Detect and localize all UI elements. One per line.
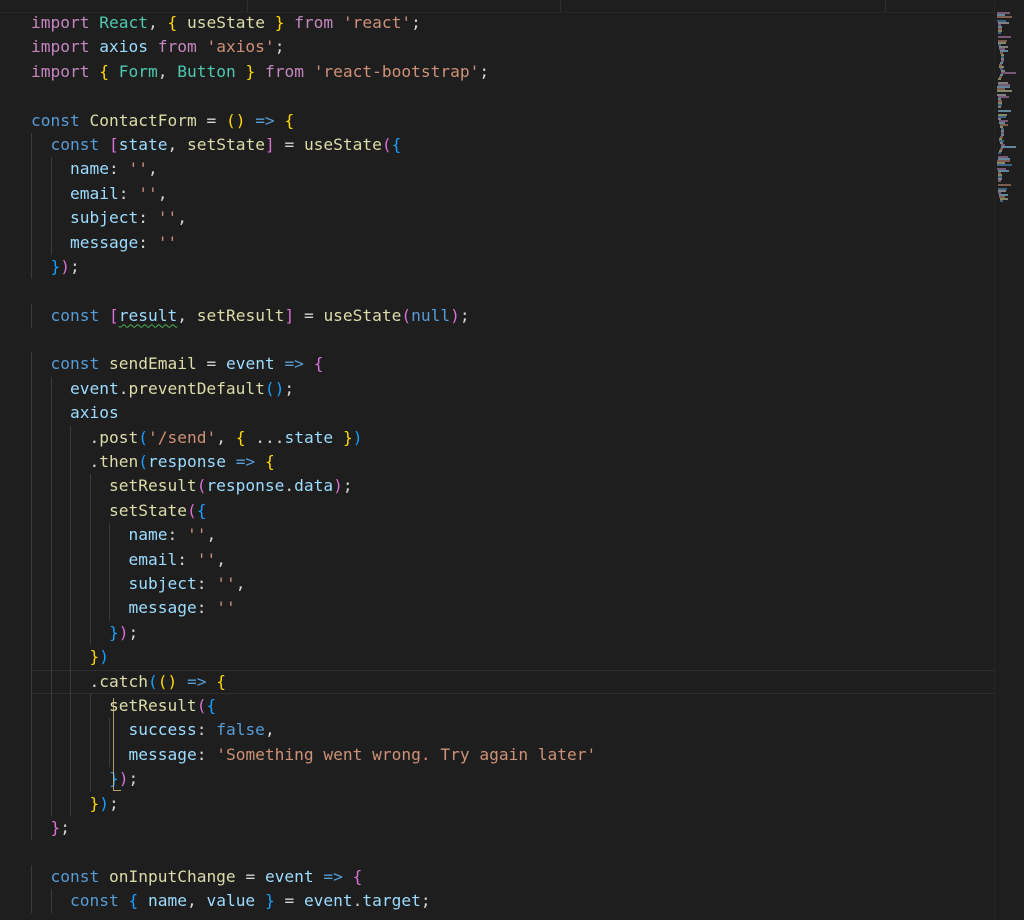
code-editor[interactable]: import React, { useState } from 'react';… (0, 0, 1024, 920)
code-text: }; (50, 817, 71, 837)
code-line[interactable]: success: false, (31, 718, 596, 743)
code-line[interactable]: }); (31, 620, 596, 646)
code-text: }) (89, 647, 109, 667)
code-line[interactable]: setState({ (31, 498, 596, 524)
minimap-line (1000, 146, 1016, 148)
code-line[interactable] (31, 328, 596, 352)
code-line[interactable]: .catch(() => { (31, 669, 997, 694)
code-line[interactable]: import axios from 'axios'; (31, 35, 596, 59)
code-text: }); (108, 622, 139, 642)
code-text: event.preventDefault(); (69, 378, 295, 398)
code-line[interactable]: const { name, value } = event.target; (31, 889, 596, 914)
code-area[interactable]: import React, { useState } from 'react';… (31, 11, 997, 914)
code-text: name: '', (128, 525, 217, 545)
code-text: .catch(() => { (89, 671, 226, 691)
code-text: setResult({ (108, 695, 217, 715)
code-text: }); (89, 793, 119, 813)
code-line[interactable]: const [result, setResult] = useState(nul… (31, 303, 596, 329)
code-text: .then(response => { (89, 452, 275, 472)
code-line[interactable]: .post('/send', { ...state }) (31, 425, 596, 451)
code-line[interactable]: const [state, setState] = useState({ (31, 132, 596, 158)
code-line[interactable]: const ContactForm = () => { (31, 109, 596, 133)
code-line[interactable] (31, 840, 596, 864)
code-text: setState({ (108, 500, 207, 520)
minimap-line (997, 110, 1012, 112)
code-text: import axios from 'axios'; (31, 37, 285, 57)
bracket-pair-guide (113, 698, 114, 790)
code-line[interactable]: }); (31, 254, 596, 280)
code-text: }); (109, 769, 139, 789)
minimap-line (997, 184, 1012, 186)
code-line[interactable]: const onInputChange = event => { (31, 864, 596, 890)
code-text: const [state, setState] = useState({ (50, 134, 402, 154)
code-text: const ContactForm = () => { (31, 110, 295, 130)
code-line[interactable]: import { Form, Button } from 'react-boot… (31, 60, 596, 84)
code-line[interactable] (31, 84, 596, 108)
minimap-line (999, 200, 1003, 202)
code-line[interactable]: subject: '', (31, 206, 596, 231)
code-text: name: '', (69, 159, 158, 179)
minimap-line (997, 164, 1013, 166)
code-line[interactable]: import React, { useState } from 'react'; (31, 11, 596, 35)
code-line[interactable]: message: 'Something went wrong. Try agai… (31, 742, 597, 768)
bracket-pair-guide-end (113, 790, 121, 791)
code-line[interactable]: }); (31, 791, 596, 816)
code-line[interactable]: setResult(response.data); (31, 474, 596, 499)
minimap-line (1000, 72, 1016, 74)
minimap[interactable] (994, 0, 1024, 920)
code-line[interactable]: name: '', (31, 157, 596, 182)
code-text: .post('/send', { ...state }) (89, 427, 363, 447)
code-text: email: '', (69, 183, 168, 203)
code-line[interactable]: const sendEmail = event => { (31, 352, 596, 377)
minimap-line (997, 106, 1001, 108)
code-text: subject: '', (69, 208, 187, 228)
code-text: const onInputChange = event => { (50, 866, 363, 886)
code-line[interactable]: email: '', (31, 181, 596, 207)
code-text: const sendEmail = event => { (50, 354, 324, 374)
code-text: email: '', (128, 549, 226, 569)
minimap-line (997, 16, 1013, 18)
code-line[interactable]: }); (31, 767, 596, 792)
code-line[interactable]: name: '', (31, 523, 596, 548)
code-line[interactable]: axios (31, 401, 596, 426)
code-text: import { Form, Button } from 'react-boot… (31, 61, 490, 81)
code-text: message: 'Something went wrong. Try agai… (128, 744, 597, 764)
code-line[interactable]: }) (31, 645, 596, 670)
minimap-line (997, 90, 1013, 92)
code-text: const [result, setResult] = useState(nul… (50, 305, 470, 325)
code-line[interactable]: }; (31, 815, 596, 841)
code-text: message: '' (69, 232, 178, 252)
code-line[interactable]: setResult({ (31, 693, 596, 719)
code-text: import React, { useState } from 'react'; (31, 13, 421, 32)
code-line[interactable]: email: '', (31, 547, 596, 572)
code-line[interactable]: .then(response => { (31, 450, 596, 475)
minimap-line (997, 152, 1001, 154)
code-text: message: '' (128, 598, 236, 618)
minimap-line (997, 180, 1001, 182)
code-text: }); (50, 256, 80, 276)
code-text: setResult(response.data); (108, 476, 353, 496)
code-text: subject: '', (128, 573, 246, 593)
code-text: const { name, value } = event.target; (69, 891, 431, 911)
minimap-line (997, 78, 1001, 80)
code-text: axios (69, 403, 119, 423)
code-line[interactable]: event.preventDefault(); (31, 376, 596, 402)
code-line[interactable] (31, 279, 596, 303)
minimap-line (997, 36, 1012, 38)
code-line[interactable]: subject: '', (31, 571, 596, 597)
code-line[interactable]: message: '' (31, 230, 596, 255)
code-line[interactable]: message: '' (31, 596, 596, 621)
minimap-line (997, 32, 1001, 34)
code-text: success: false, (128, 720, 275, 740)
